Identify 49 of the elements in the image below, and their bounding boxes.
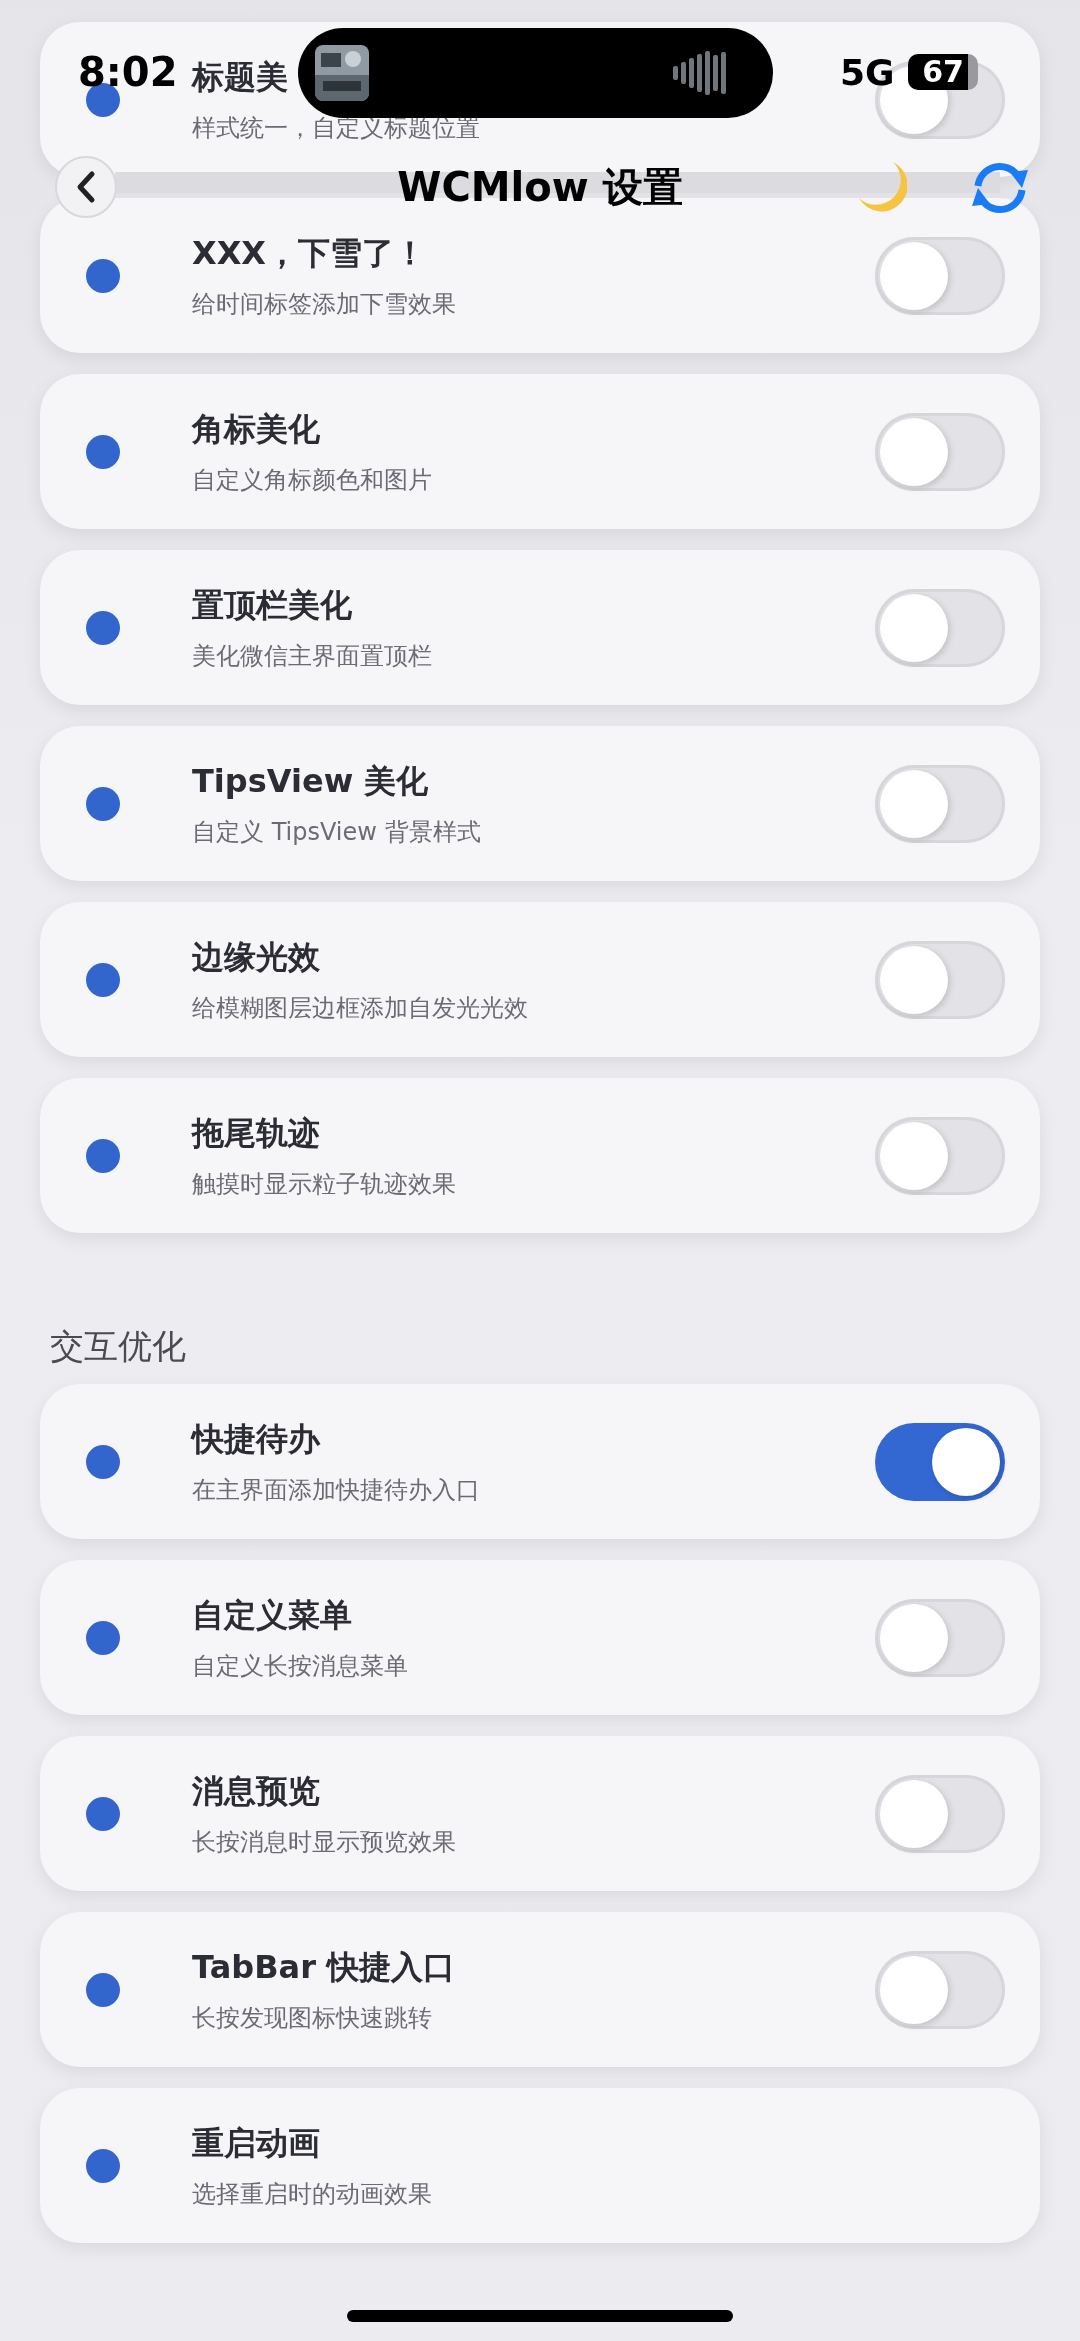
- setting-card[interactable]: TipsView 美化 自定义 TipsView 背景样式: [40, 726, 1040, 881]
- setting-card[interactable]: 自定义菜单 自定义长按消息菜单: [40, 1560, 1040, 1715]
- setting-subtitle: 自定义 TipsView 背景样式: [192, 816, 481, 848]
- setting-subtitle: 美化微信主界面置顶栏: [192, 640, 432, 672]
- setting-title: 自定义菜单: [192, 1594, 352, 1636]
- setting-subtitle: 在主界面添加快捷待办入口: [192, 1474, 480, 1506]
- setting-card[interactable]: 消息预览 长按消息时显示预览效果: [40, 1736, 1040, 1891]
- dot-icon: [86, 962, 120, 997]
- setting-card[interactable]: 重启动画 选择重启时的动画效果: [40, 2088, 1040, 2243]
- setting-card[interactable]: 置顶栏美化 美化微信主界面置顶栏: [40, 550, 1040, 705]
- setting-card[interactable]: 拖尾轨迹 触摸时显示粒子轨迹效果: [40, 1078, 1040, 1233]
- section-header: 交互优化: [49, 1325, 187, 1368]
- dot-icon: [86, 1796, 120, 1831]
- setting-title: 快捷待办: [192, 1418, 320, 1460]
- dot-icon: [86, 434, 120, 469]
- setting-title: 消息预览: [192, 1770, 320, 1812]
- setting-subtitle: 触摸时显示粒子轨迹效果: [192, 1168, 456, 1200]
- dot-icon: [86, 1972, 120, 2007]
- dot-icon: [86, 1620, 120, 1655]
- setting-subtitle: 长按发现图标快速跳转: [192, 2002, 432, 2034]
- setting-subtitle: 给模糊图层边框添加自发光光效: [192, 992, 528, 1024]
- dot-icon: [86, 786, 120, 821]
- dot-icon: [86, 1138, 120, 1173]
- setting-title: 重启动画: [192, 2122, 320, 2164]
- dot-icon: [86, 610, 120, 645]
- setting-title: 拖尾轨迹: [192, 1112, 320, 1154]
- setting-subtitle: 自定义角标颜色和图片: [192, 464, 432, 496]
- setting-subtitle: 选择重启时的动画效果: [192, 2178, 432, 2210]
- moon-icon[interactable]: [857, 160, 907, 214]
- setting-card[interactable]: 快捷待办 在主界面添加快捷待办入口: [40, 1384, 1040, 1539]
- dot-icon: [86, 1444, 120, 1479]
- setting-title: 边缘光效: [192, 936, 320, 978]
- setting-title: TipsView 美化: [192, 760, 429, 802]
- setting-card[interactable]: TabBar 快捷入口 长按发现图标快速跳转: [40, 1912, 1040, 2067]
- setting-subtitle: 给时间标签添加下雪效果: [192, 288, 456, 320]
- status-time: 8:02: [78, 48, 178, 96]
- dot-icon: [86, 258, 120, 293]
- setting-title: 置顶栏美化: [192, 584, 352, 626]
- battery-level: 67: [908, 54, 978, 90]
- setting-subtitle: 自定义长按消息菜单: [192, 1650, 408, 1682]
- setting-title: TabBar 快捷入口: [192, 1946, 456, 1988]
- setting-subtitle: 长按消息时显示预览效果: [192, 1826, 456, 1858]
- setting-card[interactable]: 角标美化 自定义角标颜色和图片: [40, 374, 1040, 529]
- network-label: 5G: [840, 52, 895, 94]
- dot-icon: [86, 2148, 120, 2183]
- setting-title: 标题美: [192, 56, 288, 98]
- setting-card[interactable]: 边缘光效 给模糊图层边框添加自发光光效: [40, 902, 1040, 1057]
- setting-title: XXX，下雪了！: [192, 232, 426, 274]
- setting-title: 角标美化: [192, 408, 320, 450]
